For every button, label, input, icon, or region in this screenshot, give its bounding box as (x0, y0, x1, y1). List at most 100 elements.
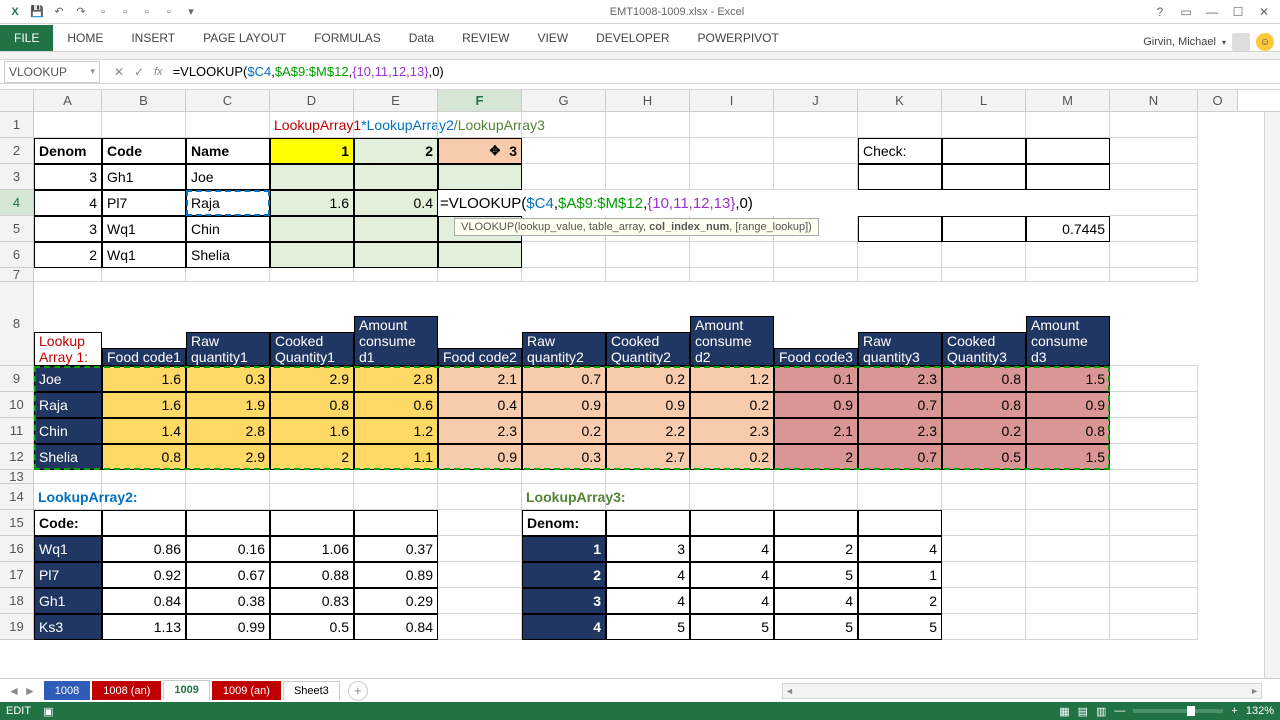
row-14[interactable]: 14 (0, 484, 34, 510)
sheet-tab[interactable]: 1009 (an) (212, 681, 281, 700)
cell[interactable] (34, 268, 102, 282)
cell[interactable]: Shelia (186, 242, 270, 268)
row-18[interactable]: 18 (0, 588, 34, 614)
cell[interactable]: 0.92 (102, 562, 186, 588)
cell[interactable] (102, 510, 186, 536)
cell[interactable]: LookupArray3: (522, 484, 606, 510)
cell[interactable]: 0.37 (354, 536, 438, 562)
sheet-tab[interactable]: Sheet3 (283, 681, 340, 700)
col-H[interactable]: H (606, 90, 690, 111)
cell[interactable]: 0.99 (186, 614, 270, 640)
cell[interactable] (690, 138, 774, 164)
cell[interactable] (270, 510, 354, 536)
cell[interactable]: 0.38 (186, 588, 270, 614)
qat-icon[interactable]: ▫ (160, 3, 178, 21)
cell[interactable]: 4 (606, 562, 690, 588)
cell[interactable]: 1.6 (270, 190, 354, 216)
cell[interactable] (690, 510, 774, 536)
cell[interactable] (942, 470, 1026, 484)
tab-review[interactable]: REVIEW (448, 25, 523, 51)
cell[interactable] (942, 164, 1026, 190)
cell[interactable] (1110, 588, 1198, 614)
cell[interactable] (438, 242, 522, 268)
cell[interactable] (438, 588, 522, 614)
cell[interactable] (270, 242, 354, 268)
cell[interactable]: Joe (186, 164, 270, 190)
cell[interactable]: 3 (34, 216, 102, 242)
cell[interactable] (102, 112, 186, 138)
cell[interactable] (858, 484, 942, 510)
col-B[interactable]: B (102, 90, 186, 111)
cell[interactable] (186, 470, 270, 484)
tab-powerpivot[interactable]: POWERPIVOT (683, 25, 792, 51)
row-16[interactable]: 16 (0, 536, 34, 562)
cell[interactable] (1026, 536, 1110, 562)
cell[interactable] (522, 164, 606, 190)
zoom-level[interactable]: 132% (1246, 705, 1274, 717)
cell[interactable] (1110, 392, 1198, 418)
cell[interactable]: Code: (34, 510, 102, 536)
redo-icon[interactable]: ↷ (72, 3, 90, 21)
cell[interactable] (438, 112, 522, 138)
row-11[interactable]: 11 (0, 418, 34, 444)
cell[interactable]: 1.13 (102, 614, 186, 640)
cell[interactable] (942, 510, 1026, 536)
cell[interactable] (186, 268, 270, 282)
cell[interactable] (606, 268, 690, 282)
cell[interactable] (1026, 562, 1110, 588)
cell[interactable] (354, 216, 438, 242)
row-10[interactable]: 10 (0, 392, 34, 418)
cell[interactable]: 5 (774, 614, 858, 640)
cell[interactable] (102, 484, 186, 510)
cell[interactable] (1110, 268, 1198, 282)
col-F[interactable]: F (438, 90, 522, 111)
cell[interactable] (606, 470, 690, 484)
row-15[interactable]: 15 (0, 510, 34, 536)
user-dropdown-icon[interactable]: ▾ (1222, 38, 1226, 47)
cell[interactable]: Food code3 (774, 348, 858, 366)
user-badge[interactable]: Girvin, Michael ▾ ☺ (1143, 33, 1280, 51)
cell[interactable] (354, 470, 438, 484)
macro-record-icon[interactable]: ▣ (43, 705, 53, 718)
cell[interactable] (858, 268, 942, 282)
cell[interactable] (270, 216, 354, 242)
cell[interactable] (1110, 418, 1198, 444)
row-4[interactable]: 4 (0, 190, 34, 216)
cell[interactable] (858, 164, 942, 190)
sheet-nav-prev-icon[interactable]: ◄ (8, 684, 20, 698)
view-pagelayout-icon[interactable]: ▤ (1078, 705, 1088, 718)
cell[interactable]: 4 (522, 614, 606, 640)
cell[interactable] (186, 510, 270, 536)
col-D[interactable]: D (270, 90, 354, 111)
cell[interactable]: Gh1 (102, 164, 186, 190)
cell[interactable] (34, 470, 102, 484)
cell[interactable] (858, 216, 942, 242)
cell[interactable] (438, 164, 522, 190)
cell[interactable]: 0.29 (354, 588, 438, 614)
select-all-corner[interactable] (0, 90, 34, 111)
cell[interactable] (774, 484, 858, 510)
cell[interactable]: 0.88 (270, 562, 354, 588)
row-19[interactable]: 19 (0, 614, 34, 640)
qat-icon[interactable]: ▫ (116, 3, 134, 21)
row-17[interactable]: 17 (0, 562, 34, 588)
cell[interactable] (438, 484, 522, 510)
row-5[interactable]: 5 (0, 216, 34, 242)
cell[interactable]: Amount consume d2 (690, 316, 774, 366)
vertical-scrollbar[interactable] (1264, 112, 1280, 694)
zoom-in-icon[interactable]: + (1231, 705, 1237, 717)
cell[interactable] (1110, 366, 1198, 392)
cell[interactable]: Cooked Quantity2 (606, 332, 690, 366)
tab-page-layout[interactable]: PAGE LAYOUT (189, 25, 300, 51)
spreadsheet-grid[interactable]: A B C D E F G H I J K L M N O 1 2 3 4 5 … (0, 90, 1280, 694)
cell[interactable]: Food code2 (438, 348, 522, 366)
horizontal-scrollbar[interactable]: ◄► (782, 683, 1262, 699)
cell[interactable]: LookupArray1*LookupArray2/LookupArray3 (270, 112, 354, 138)
cell[interactable] (690, 484, 774, 510)
cell[interactable]: 0.86 (102, 536, 186, 562)
close-icon[interactable]: ✕ (1252, 2, 1276, 22)
qat-more-icon[interactable]: ▾ (182, 3, 200, 21)
cell[interactable] (690, 112, 774, 138)
row-7[interactable]: 7 (0, 268, 34, 282)
minimize-icon[interactable]: — (1200, 2, 1224, 22)
